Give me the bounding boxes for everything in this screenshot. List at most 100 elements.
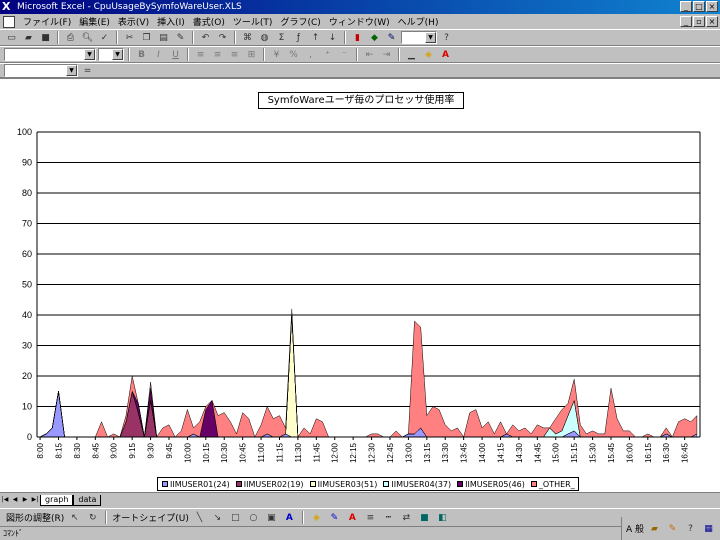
x-tick-label: 12:30 [368, 442, 377, 463]
line-color-icon[interactable]: ✎ [327, 511, 342, 525]
font-color-icon[interactable]: A [438, 48, 453, 62]
oval-icon[interactable]: ○ [246, 511, 261, 525]
map-icon[interactable]: ◆ [367, 31, 382, 45]
align-left-icon[interactable]: ≡ [193, 48, 208, 62]
comma-icon[interactable]: , [303, 48, 318, 62]
decrease-decimal-icon[interactable]: ⁻ [337, 48, 352, 62]
y-tick-label: 0 [27, 432, 32, 442]
print-preview-icon[interactable]: 🔍︎ [80, 31, 95, 45]
ime-mode-label[interactable]: A 般 [626, 522, 644, 535]
copy-icon[interactable]: ❐ [139, 31, 154, 45]
doc-minimize-button[interactable]: _ [680, 16, 692, 27]
ime-settings-icon[interactable]: ▦ [701, 522, 716, 536]
font-size-combo[interactable]: ▼ [98, 48, 124, 61]
menu-tools[interactable]: ツール(T) [229, 15, 277, 28]
borders-icon[interactable]: ▁ [404, 48, 419, 62]
menu-insert[interactable]: 挿入(I) [153, 15, 189, 28]
merge-center-icon[interactable]: ⊞ [244, 48, 259, 62]
chart-equals-icon[interactable]: = [80, 64, 95, 78]
align-right-icon[interactable]: ≡ [227, 48, 242, 62]
decrease-indent-icon[interactable]: ⇤ [362, 48, 377, 62]
document-icon[interactable] [3, 15, 15, 28]
legend-label: IIMUSER01(24) [170, 479, 230, 489]
bold-icon[interactable]: B [134, 48, 149, 62]
line-style-icon[interactable]: ≡ [363, 511, 378, 525]
line-icon[interactable]: ╲ [192, 511, 207, 525]
x-tick-label: 11:15 [275, 442, 284, 462]
minimize-button[interactable]: _ [680, 1, 692, 12]
menu-help[interactable]: ヘルプ(H) [394, 15, 443, 28]
cut-icon[interactable]: ✂ [122, 31, 137, 45]
prev-sheet-icon[interactable]: ◀ [10, 495, 20, 505]
chart-title[interactable]: SymfoWareユーザ毎のプロセッサ使用率 [258, 92, 464, 109]
sheet-tab-graph[interactable]: graph [40, 494, 74, 506]
drawing-icon[interactable]: ✎ [384, 31, 399, 45]
wordart-icon[interactable]: A [282, 511, 297, 525]
fill-color-icon[interactable]: ◈ [421, 48, 436, 62]
ime-help-icon[interactable]: ? [683, 522, 698, 536]
save-icon[interactable]: ■ [38, 31, 53, 45]
textbox-icon[interactable]: ▣ [264, 511, 279, 525]
3d-icon[interactable]: ◧ [435, 511, 450, 525]
chart-wizard-icon[interactable]: ▮ [350, 31, 365, 45]
web-toolbar-icon[interactable]: ◍ [257, 31, 272, 45]
y-tick-label: 10 [22, 402, 32, 412]
ime-dictionary-icon[interactable]: ▰ [647, 522, 662, 536]
new-icon[interactable]: ▭ [4, 31, 19, 45]
print-icon[interactable]: ⎙ [63, 31, 78, 45]
next-sheet-icon[interactable]: ▶ [20, 495, 30, 505]
zoom-combo[interactable]: ▼ [401, 31, 437, 44]
menu-view[interactable]: 表示(V) [114, 15, 153, 28]
percent-icon[interactable]: % [286, 48, 301, 62]
dash-style-icon[interactable]: ┅ [381, 511, 396, 525]
arrow-style-icon[interactable]: ⇄ [399, 511, 414, 525]
select-objects-icon[interactable]: ↖ [67, 511, 82, 525]
menu-window[interactable]: ウィンドウ(W) [325, 15, 394, 28]
menu-chart[interactable]: グラフ(C) [276, 15, 324, 28]
function-icon[interactable]: ƒ [291, 31, 306, 45]
x-tick-label: 11:30 [294, 442, 303, 462]
sheet-tab-data[interactable]: data [73, 494, 102, 506]
italic-icon[interactable]: I [151, 48, 166, 62]
chart-objects-combo[interactable]: ▼ [4, 64, 78, 77]
ime-tool-icon[interactable]: ✎ [665, 522, 680, 536]
underline-icon[interactable]: U [168, 48, 183, 62]
menu-format[interactable]: 書式(O) [189, 15, 229, 28]
last-sheet-icon[interactable]: ▶| [30, 495, 40, 505]
format-painter-icon[interactable]: ✎ [173, 31, 188, 45]
redo-icon[interactable]: ↷ [215, 31, 230, 45]
undo-icon[interactable]: ↶ [198, 31, 213, 45]
open-icon[interactable]: ▰ [21, 31, 36, 45]
menu-edit[interactable]: 編集(E) [75, 15, 114, 28]
increase-indent-icon[interactable]: ⇥ [379, 48, 394, 62]
x-tick-label: 8:45 [91, 442, 100, 458]
chart-legend[interactable]: IIMUSER01(24) IIMUSER02(19) IIMUSER03(51… [157, 477, 579, 491]
y-tick-label: 20 [22, 371, 32, 381]
align-center-icon[interactable]: ≡ [210, 48, 225, 62]
arrow-icon[interactable]: ↘ [210, 511, 225, 525]
close-button[interactable]: × [706, 1, 718, 12]
font-color-icon[interactable]: A [345, 511, 360, 525]
sort-ascending-icon[interactable]: ↑ [308, 31, 323, 45]
office-assistant-icon[interactable]: ? [439, 31, 454, 45]
menu-file[interactable]: ファイル(F) [19, 15, 75, 28]
autoshape-menu[interactable]: オートシェイプ(U) [112, 511, 189, 524]
first-sheet-icon[interactable]: |◀ [0, 495, 10, 505]
sort-descending-icon[interactable]: ↓ [325, 31, 340, 45]
font-name-combo[interactable]: ▼ [4, 48, 96, 61]
x-tick-label: 16:45 [681, 442, 690, 463]
autosum-icon[interactable]: Σ [274, 31, 289, 45]
rectangle-icon[interactable]: □ [228, 511, 243, 525]
currency-icon[interactable]: ¥ [269, 48, 284, 62]
hyperlink-icon[interactable]: ⌘ [240, 31, 255, 45]
fill-color-icon[interactable]: ◈ [309, 511, 324, 525]
free-rotate-icon[interactable]: ↻ [85, 511, 100, 525]
paste-icon[interactable]: ▤ [156, 31, 171, 45]
maximize-button[interactable]: □ [693, 1, 705, 12]
increase-decimal-icon[interactable]: ⁺ [320, 48, 335, 62]
shadow-icon[interactable]: ■ [417, 511, 432, 525]
draw-adjust-menu[interactable]: 図形の調整(R) [6, 511, 64, 524]
doc-close-button[interactable]: × [706, 16, 718, 27]
doc-restore-button[interactable]: ▫ [693, 16, 705, 27]
spelling-icon[interactable]: ✓ [97, 31, 112, 45]
